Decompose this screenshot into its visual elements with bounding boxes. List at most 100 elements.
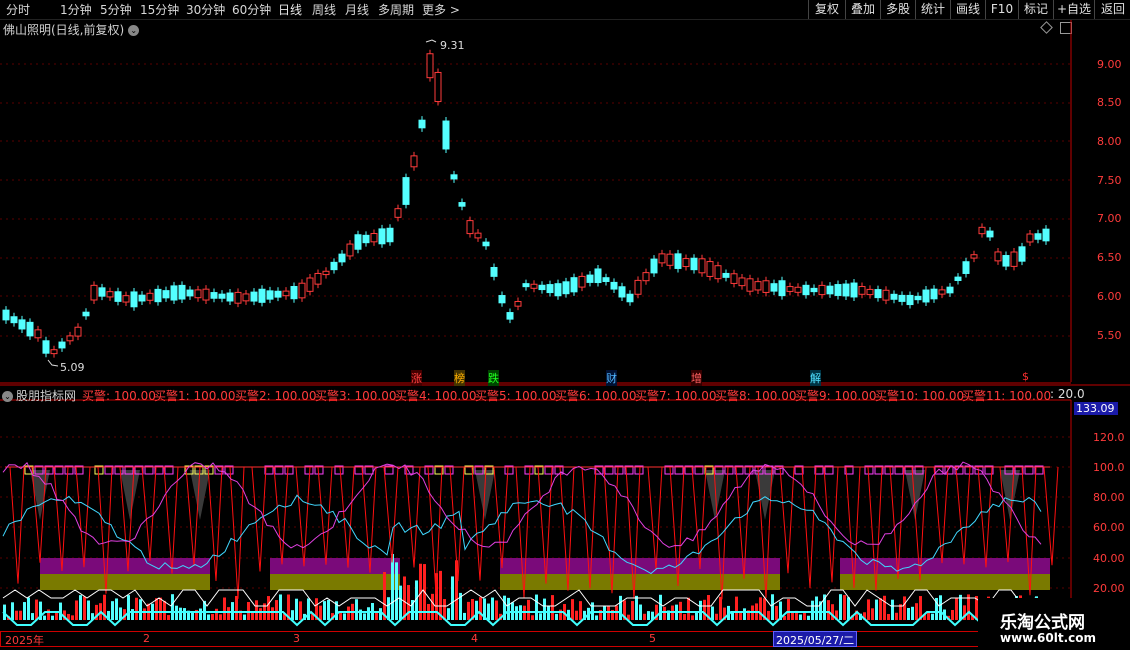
volume-bar [307, 598, 310, 620]
red-spike [955, 466, 971, 565]
volume-bar [831, 604, 834, 620]
magenta-line [2, 461, 1042, 549]
candle [90, 284, 98, 301]
candle [242, 293, 250, 302]
candle [418, 119, 426, 129]
volume-bar [71, 615, 74, 620]
volume-bar [79, 595, 82, 620]
volume-bar [911, 606, 914, 620]
event-tag-jie[interactable]: 解 [810, 370, 821, 386]
volume-bar [687, 597, 690, 620]
candle [898, 294, 906, 302]
volume-bar [479, 597, 482, 620]
current-value-box: 133.09 [1074, 402, 1118, 415]
event-tag-zhang[interactable]: 涨 [411, 370, 422, 386]
volume-bar [739, 612, 742, 620]
candle [986, 230, 994, 238]
candle [1002, 255, 1010, 267]
volume-bar [383, 571, 386, 620]
indicator-tick: 80.00 [1093, 491, 1125, 504]
time-label: 3 [293, 632, 300, 645]
volume-bar [955, 598, 958, 620]
candle [842, 283, 850, 297]
low-price-label: 5.09 [60, 361, 85, 374]
volume-bar [495, 600, 498, 620]
candle [970, 254, 978, 259]
volume-bar [43, 615, 46, 620]
volume-bar [887, 613, 890, 620]
volume-bar [647, 611, 650, 620]
volume-bar [191, 612, 194, 620]
volume-bar [743, 608, 746, 620]
candle [274, 290, 282, 298]
candle [2, 309, 10, 321]
event-tag-bang[interactable]: 榜 [454, 370, 465, 386]
candle [946, 286, 954, 294]
candle [850, 282, 858, 298]
candle [338, 253, 346, 263]
volume-bar [551, 595, 554, 620]
volume-bar [847, 597, 850, 620]
volume-bar [487, 603, 490, 620]
volume-bar [23, 602, 26, 620]
indicator-title[interactable]: ⌄ 股朋指标网 [2, 387, 76, 404]
volume-bar [247, 601, 250, 620]
olive-band [40, 574, 210, 590]
volume-bar [139, 599, 142, 620]
watermark-url: www.60lt.com [1000, 631, 1097, 645]
candle [482, 241, 490, 247]
candle [754, 281, 762, 291]
candle [282, 290, 290, 297]
red-spike [801, 466, 817, 589]
volume-bar [395, 562, 398, 620]
candle [394, 208, 402, 218]
candle [498, 295, 506, 304]
indicator-name: 股朋指标网 [16, 389, 77, 403]
time-label: 5 [649, 632, 656, 645]
candle [98, 287, 106, 297]
candle [82, 311, 90, 317]
volume-bar [271, 607, 274, 620]
price-grid [0, 63, 1071, 589]
volume-bar [899, 604, 902, 620]
candle [994, 251, 1002, 262]
volume-bar [299, 601, 302, 620]
volume-bar [807, 615, 810, 620]
volume-bar [619, 595, 622, 620]
indicator-tick: 20.00 [1093, 582, 1125, 595]
candle [210, 292, 218, 299]
candle [330, 261, 338, 271]
candle [674, 253, 682, 269]
event-tag-die[interactable]: 跌 [488, 370, 499, 386]
signal-label: 买警11: 100.00 [962, 389, 1052, 403]
volume-bar [515, 606, 518, 620]
price-tick: 9.00 [1097, 58, 1122, 71]
volume-bar [491, 597, 494, 620]
event-tag-cai[interactable]: 财 [606, 370, 617, 386]
olive-band [840, 574, 1050, 590]
event-tag-zeng[interactable]: 增 [691, 370, 702, 386]
volume-bar [343, 613, 346, 620]
dropdown-icon[interactable]: ⌄ [2, 391, 13, 402]
time-label: 4 [471, 632, 478, 645]
volume-bar [875, 599, 878, 620]
purple-band [270, 558, 400, 574]
olive-band [270, 574, 400, 590]
volume-bar [579, 601, 582, 620]
candle [106, 291, 114, 298]
volume-bar [555, 613, 558, 620]
candle [426, 53, 434, 79]
candle [826, 285, 834, 295]
candle [810, 287, 818, 293]
price-tick: 6.50 [1097, 251, 1122, 264]
candle [546, 284, 554, 294]
signal-label: 买警5: 100.00 [475, 389, 557, 403]
volume-bar [403, 576, 406, 620]
candle [1034, 233, 1042, 240]
gray-spike [1000, 470, 1020, 520]
event-tag-dollar[interactable]: $ [1022, 370, 1029, 383]
candle [322, 270, 330, 276]
volume-bar [451, 576, 454, 620]
volume-bar [235, 595, 238, 620]
volume-bar [771, 594, 774, 620]
